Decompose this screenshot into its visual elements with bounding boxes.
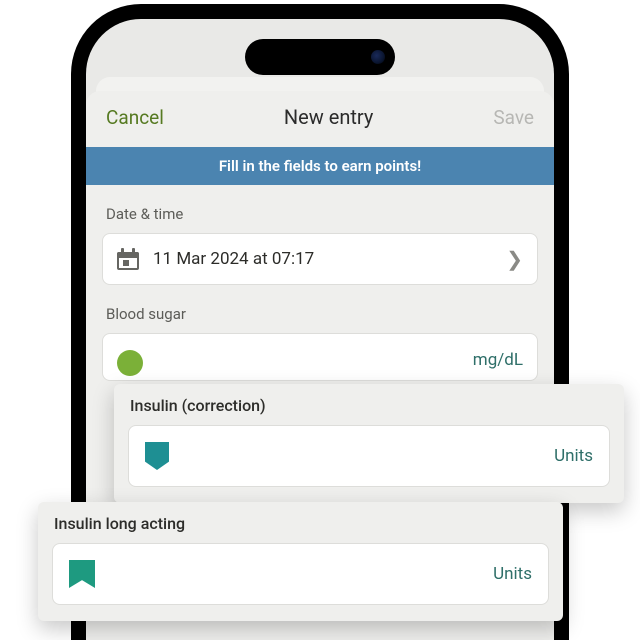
datetime-label: Date & time [106, 205, 538, 223]
datetime-row[interactable]: 11 Mar 2024 at 07:17 ❯ [102, 233, 538, 285]
blood-sugar-icon [117, 350, 143, 376]
nav-bar: Cancel New entry Save [86, 91, 554, 147]
overlay-insulin-correction: Insulin (correction) Units [114, 384, 624, 503]
section-blood-sugar: Blood sugar mg/dL [86, 285, 554, 381]
overlay-insulin-long: Insulin long acting Units [38, 502, 563, 621]
blood-sugar-label: Blood sugar [106, 305, 538, 323]
insulin-long-unit: Units [493, 564, 532, 584]
shield-icon [145, 442, 169, 470]
chevron-right-icon: ❯ [506, 249, 523, 269]
datetime-value: 11 Mar 2024 at 07:17 [153, 249, 492, 269]
ribbon-icon [69, 560, 95, 588]
insulin-long-row[interactable]: Units [52, 543, 549, 605]
blood-sugar-unit: mg/dL [473, 350, 523, 370]
calendar-icon [117, 248, 139, 270]
insulin-long-label: Insulin long acting [54, 514, 549, 533]
blood-sugar-row[interactable]: mg/dL [102, 333, 538, 381]
insulin-correction-label: Insulin (correction) [130, 396, 610, 415]
insulin-correction-row[interactable]: Units [128, 425, 610, 487]
section-insulin-correction-peek: Insulin (correction) [102, 636, 538, 640]
cancel-button[interactable]: Cancel [106, 106, 164, 129]
section-datetime: Date & time 11 Mar 2024 at 07:17 ❯ [86, 185, 554, 285]
save-button[interactable]: Save [493, 106, 534, 129]
points-banner: Fill in the fields to earn points! [86, 147, 554, 185]
insulin-correction-unit: Units [554, 446, 593, 466]
modal-title: New entry [284, 105, 373, 129]
notch [245, 39, 395, 75]
